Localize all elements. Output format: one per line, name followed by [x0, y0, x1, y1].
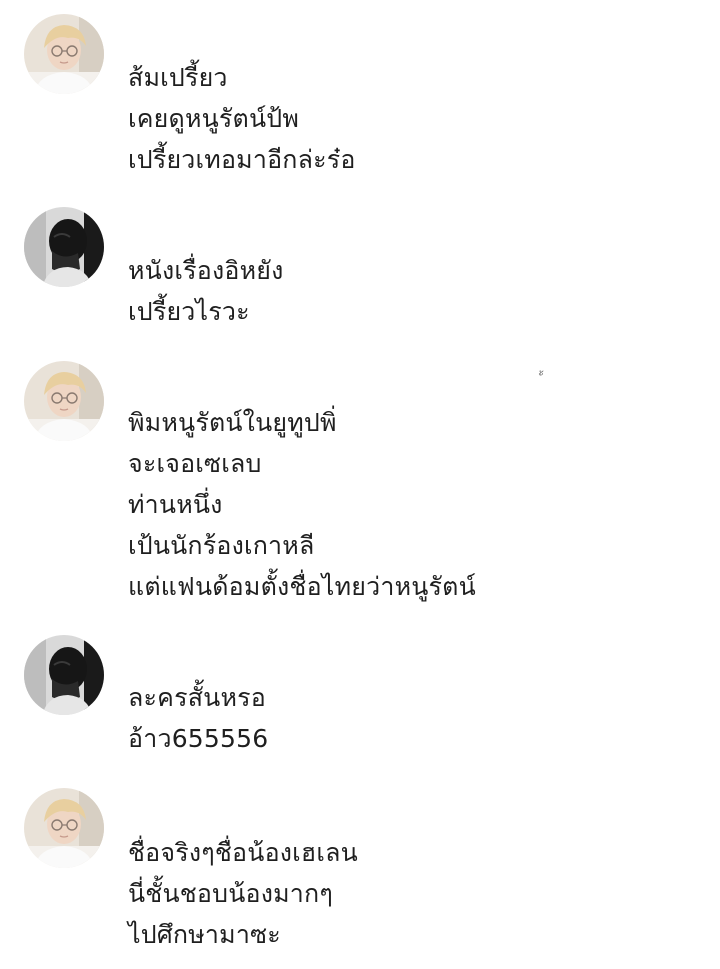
message-lines: พิมหนูรัตน์ในยูทูปพิ่ จะเจอเซเลบ ท่านหนึ… [128, 402, 476, 607]
message-line: เคยดูหนูรัตน์ป้พ [128, 104, 300, 133]
message-line: จะเจอเซเลบ [128, 449, 262, 478]
message-line: ไปศึกษามาซะ [128, 920, 281, 949]
message-line: เปรี้ยวไรวะ [128, 297, 250, 326]
message-line: เป้นนักร้องเกาหลี [128, 531, 315, 560]
avatar-light-hair-glasses-image [24, 14, 104, 94]
avatar-bw-covered-face-image [24, 207, 104, 287]
message-line: พิมหนูรัตน์ในยูทูปพิ่ [128, 408, 337, 437]
message-line: เปรี้ยวเทอมาอีกล่ะร๋อ [128, 145, 356, 174]
avatar-light-hair-glasses-image [24, 788, 104, 868]
message-line: ละครสั้นหรอ [128, 683, 266, 712]
message-line: ท่านหนึ่ง [128, 490, 223, 519]
message-line: อ้าว655556 [128, 724, 269, 753]
avatar-light-hair-glasses-image [24, 361, 104, 441]
avatar[interactable] [24, 14, 104, 94]
message-line: ส้มเปรี้ยว [128, 63, 228, 92]
avatar[interactable] [24, 207, 104, 287]
avatar[interactable] [24, 635, 104, 715]
message-lines: ส้มเปรี้ยว เคยดูหนูรัตน์ป้พ เปรี้ยวเทอมา… [128, 57, 356, 180]
avatar[interactable] [24, 361, 104, 441]
message-line: แต่แฟนด้อมตั้งชื่อไทยว่าหนูรัตน์ [128, 572, 476, 601]
chat-screen: { "chat": { "messages": [ { "avatar": "l… [0, 0, 720, 969]
avatar[interactable] [24, 788, 104, 868]
message-line: นี่ชั้นชอบน้องมากๆ [128, 879, 333, 908]
message-line: หนังเรื่องอิหยัง [128, 256, 284, 285]
message-lines: หนังเรื่องอิหยัง เปรี้ยวไรวะ [128, 250, 284, 332]
message-lines: ชื่อจริงๆชื่อน้องเฮเลน นี่ชั้นชอบน้องมาก… [128, 832, 358, 955]
message-lines: ละครสั้นหรอ อ้าว655556 [128, 677, 268, 759]
avatar-bw-covered-face-image [24, 635, 104, 715]
message-line: ชื่อจริงๆชื่อน้องเฮเลน [128, 838, 358, 867]
